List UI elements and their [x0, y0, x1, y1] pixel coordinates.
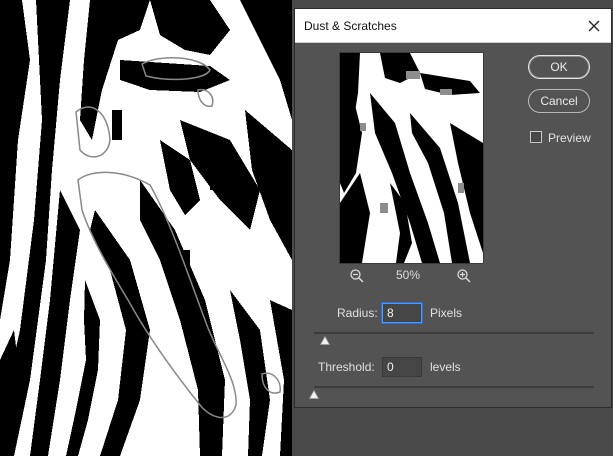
preview-label: Preview — [548, 131, 591, 145]
radius-input[interactable] — [382, 303, 422, 323]
radius-slider-thumb[interactable] — [320, 336, 331, 345]
dust-scratches-dialog: Dust & Scratches 50% OK Cancel Preview R… — [294, 8, 612, 408]
close-button[interactable] — [577, 9, 611, 42]
dialog-titlebar[interactable]: Dust & Scratches — [295, 9, 611, 43]
preview-checkbox[interactable] — [530, 131, 542, 143]
radius-unit-label: Pixels — [430, 306, 463, 320]
threshold-slider-thumb[interactable] — [309, 390, 319, 399]
zoom-out-icon[interactable] — [349, 268, 365, 284]
threshold-label: Threshold: — [318, 360, 375, 374]
threshold-unit-label: levels — [430, 360, 461, 374]
dialog-title: Dust & Scratches — [304, 19, 397, 33]
document-canvas[interactable] — [0, 0, 292, 456]
radius-slider-track[interactable] — [314, 332, 594, 334]
canvas-image — [0, 0, 292, 456]
preview-thumbnail[interactable] — [339, 52, 484, 264]
cancel-button[interactable]: Cancel — [528, 89, 590, 113]
zoom-in-icon[interactable] — [456, 268, 472, 284]
threshold-input[interactable] — [382, 357, 422, 377]
threshold-slider-track[interactable] — [314, 386, 594, 388]
ok-button[interactable]: OK — [528, 55, 590, 79]
radius-label: Radius: — [337, 306, 378, 320]
close-icon — [588, 20, 600, 31]
zoom-level: 50% — [396, 268, 421, 282]
preview-image — [340, 53, 483, 263]
